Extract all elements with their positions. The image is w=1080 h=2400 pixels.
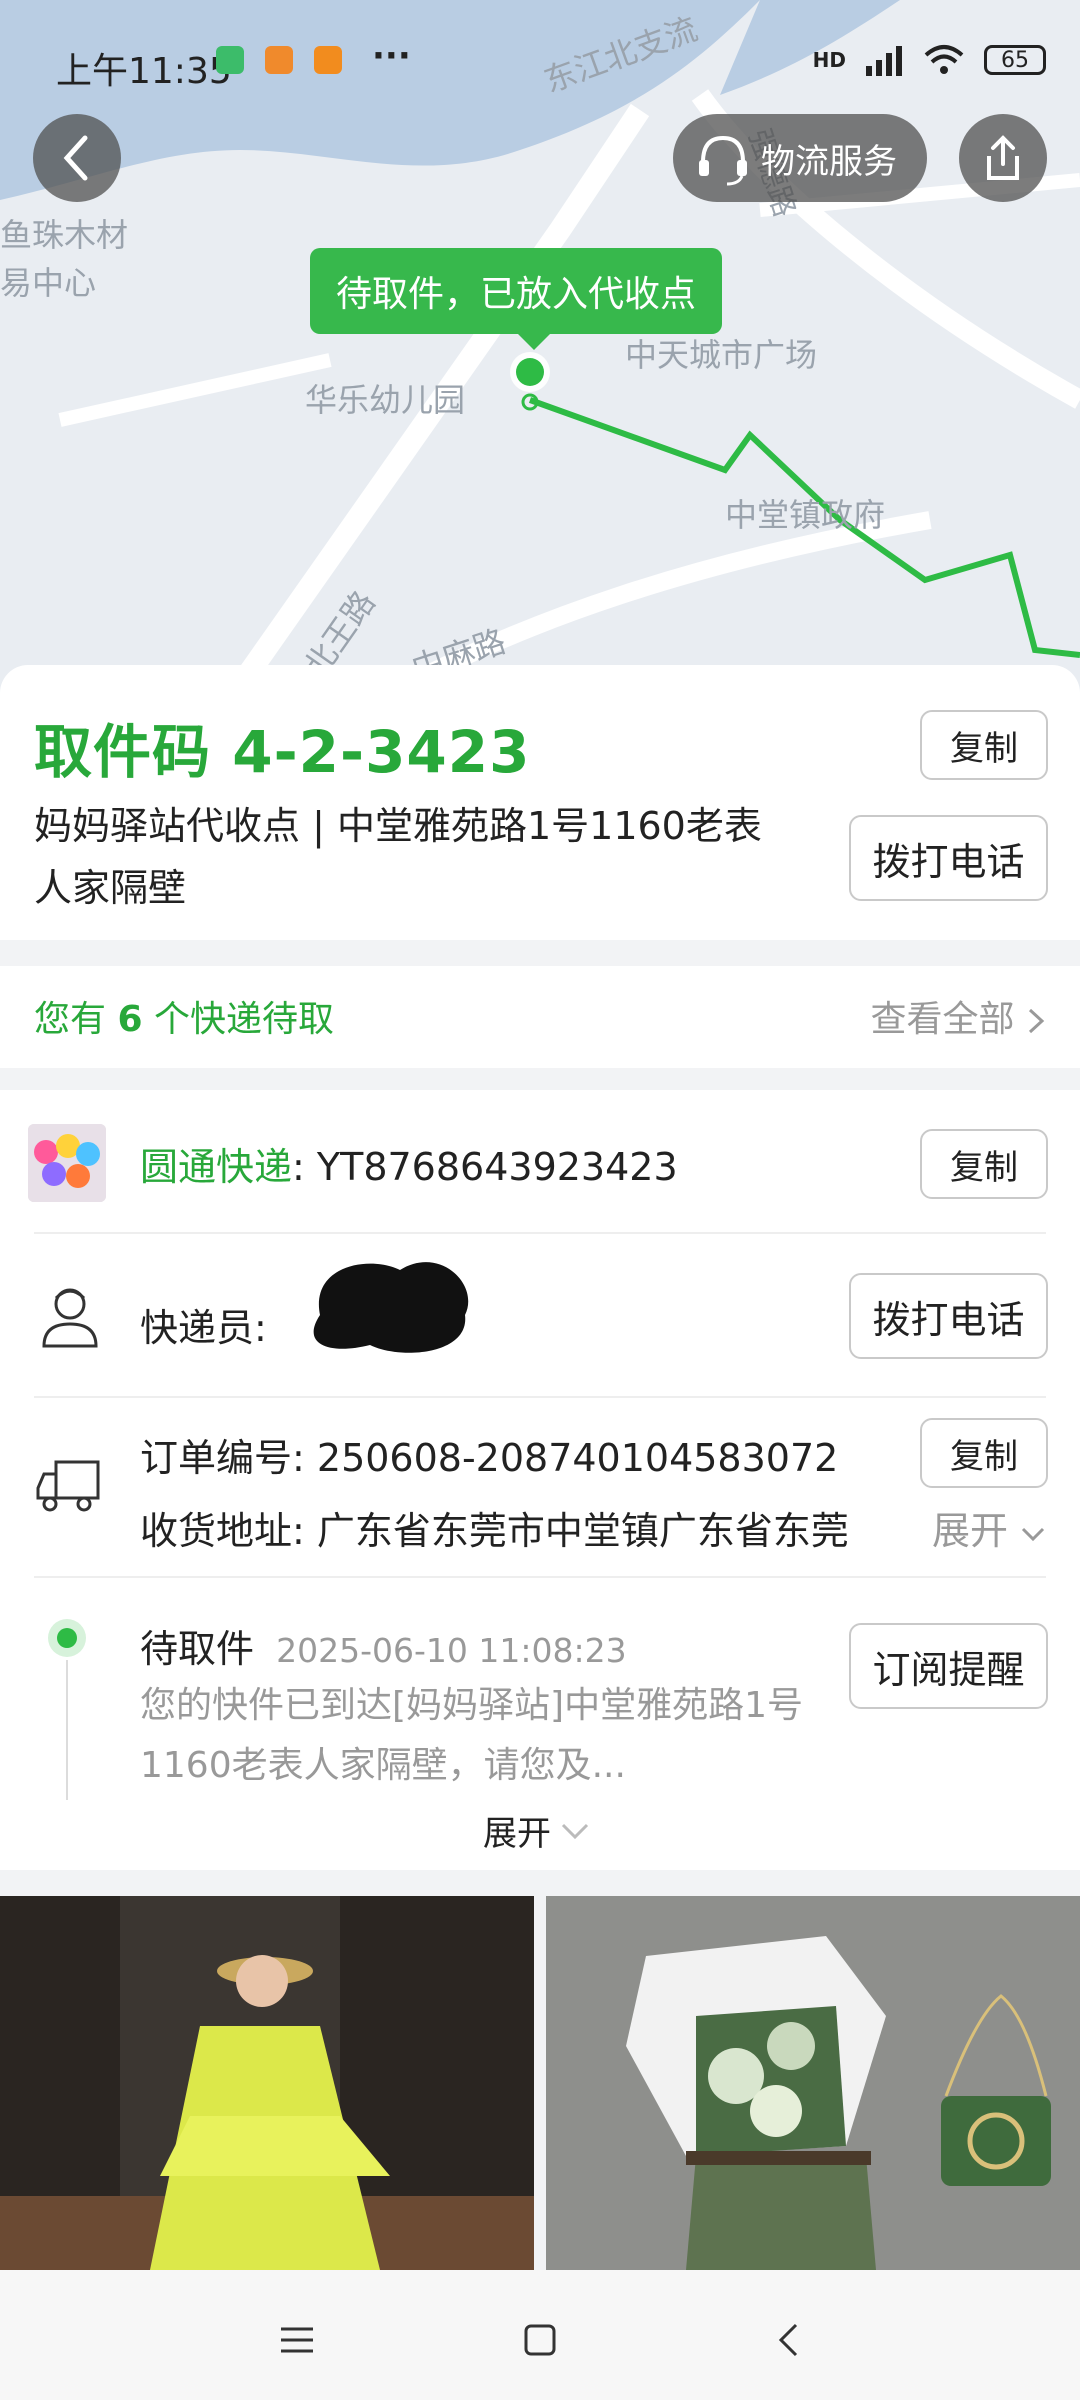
view-all-link[interactable]: 查看全部 [871,990,1046,1042]
back-arrow-icon [63,135,88,181]
map-label-government: 中堂镇政府 [725,496,886,534]
xiaomi-icon [314,46,342,74]
headset-icon [699,135,747,186]
copy-order-button[interactable]: 复制 [920,1418,1048,1488]
share-button[interactable] [959,114,1047,202]
tracking-number: YT8768643923423 [316,1145,678,1189]
pickup-code: 取件码 4-2-3423 [34,705,531,789]
product-image-outfit [546,1896,1080,2270]
expand-timeline-label: 展开 [483,1814,551,1854]
pending-text-after: 个快递待取 [142,999,334,1040]
call-station-button[interactable]: 拨打电话 [849,815,1048,901]
back-nav-icon [778,2323,798,2357]
signal-icon [866,46,902,76]
address-row: 收货地址: 广东省东莞市中堂镇广东省东莞 [140,1500,849,1555]
timeline-timestamp: 2025-06-10 11:08:23 [276,1631,627,1670]
carrier-name: 圆通快递 [140,1145,293,1189]
back-nav-button[interactable] [758,2310,818,2370]
map-label-timber-2: 易中心 [0,264,97,302]
redacted-mark [313,1262,469,1353]
logistics-service-label: 物流服务 [761,141,897,182]
hd-icon: HD [812,48,846,72]
pickup-code-label: 取件码 [34,718,212,786]
back-button[interactable] [33,114,121,202]
divider [34,1576,1046,1578]
copy-tracking-button[interactable]: 复制 [920,1129,1048,1199]
product-image-yellow-dress [0,1896,534,2270]
taobao-icon [265,46,293,74]
menu-icon [281,2327,313,2353]
delivery-address: 广东省东莞市中堂镇广东省东莞 [316,1509,849,1553]
product-thumbnail [28,1124,106,1202]
courier-label: 快递员: [140,1306,267,1350]
wifi-icon [924,45,964,74]
status-bar: 上午11:35 ··· HD 65 [0,0,1080,120]
status-bubble-tail [518,334,550,350]
order-number: 250608-208740104583072 [316,1436,839,1480]
timeline-message: 您的快件已到达[妈妈驿站]中堂雅苑路1号1160老表人家隔壁，请您及... [140,1685,803,1786]
more-notifications-icon: ··· [372,36,411,76]
status-time: 上午11:35 [56,51,232,92]
system-nav-bar [0,2270,1080,2400]
tracking-row: 圆通快递: YT8768643923423 [140,1136,678,1191]
view-all-label: 查看全部 [870,999,1015,1040]
chevron-down-icon [561,1823,589,1839]
battery-icon: 65 [984,45,1046,75]
chevron-right-icon [1028,1008,1045,1034]
expand-address-label: 展开 [932,1509,1009,1553]
product-card-left[interactable] [0,1896,534,2270]
order-number-row: 订单编号: 250608-208740104583072 [140,1427,838,1482]
share-icon [987,135,1019,180]
expand-address-button[interactable]: 展开 [932,1500,1046,1555]
order-label: 订单编号: [140,1436,317,1480]
tracking-separator: : [292,1145,317,1189]
divider [34,1396,1046,1398]
iqiyi-icon [216,46,244,74]
menu-nav-button[interactable] [267,2310,327,2370]
timeline-header: 待取件 2025-06-10 11:08:23 [140,1618,627,1673]
map-label-plaza: 中天城市广场 [625,336,818,374]
courier-icon [42,1288,98,1348]
pickup-address: 妈妈驿站代收点 | 中堂雅苑路1号1160老表人家隔壁 [34,804,762,910]
copy-pickup-code-button[interactable]: 复制 [920,710,1048,780]
subscribe-reminder-button[interactable]: 订阅提醒 [849,1623,1048,1709]
pending-count: 6 [117,999,143,1040]
call-courier-button[interactable]: 拨打电话 [849,1273,1048,1359]
pickup-code-value: 4-2-3423 [232,718,531,786]
timeline-status: 待取件 [140,1627,255,1671]
truck-icon [36,1460,100,1512]
logistics-service-button[interactable]: 物流服务 [673,114,927,202]
home-nav-button[interactable] [510,2310,570,2370]
chevron-down-icon [1022,1527,1045,1542]
status-right: HD 65 [813,40,1046,80]
map-label-timber-1: 鱼珠木材 [0,216,129,254]
timeline-dot [48,1619,86,1657]
timeline-line [66,1660,68,1800]
address-label: 收货地址: [140,1509,317,1553]
pending-text-before: 您有 [34,999,118,1040]
home-square-icon [524,2324,556,2356]
status-bubble: 待取件，已放入代收点 [310,248,723,334]
location-pin [516,358,544,386]
pending-summary: 您有 6 个快递待取 [34,990,334,1042]
divider [34,1232,1046,1234]
map-label-kindergarten: 华乐幼儿园 [305,381,466,419]
product-card-right[interactable] [546,1896,1080,2270]
expand-timeline-button[interactable]: 展开 [483,1806,591,1855]
